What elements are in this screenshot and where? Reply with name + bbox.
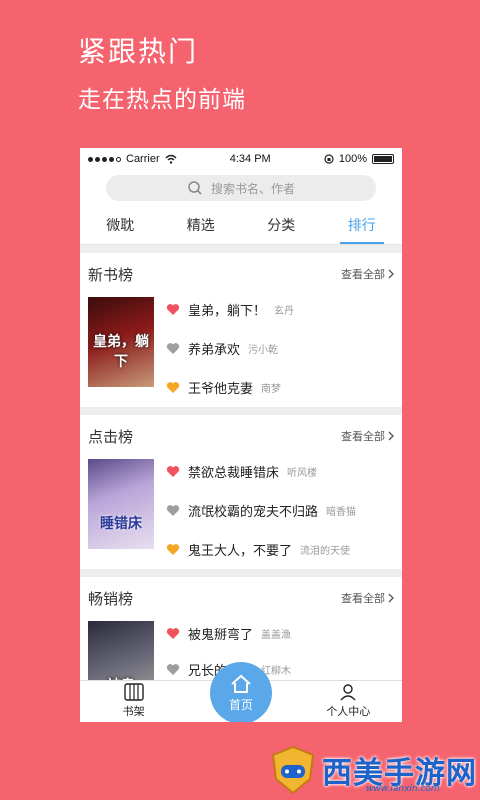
heart-icon	[166, 627, 180, 639]
book-author: 暗香猫	[326, 506, 357, 518]
home-label: 首页	[228, 697, 253, 712]
book-title: 养弟承欢	[188, 342, 241, 358]
book-cover[interactable]: 睡错床	[88, 459, 154, 549]
list-item[interactable]: 被鬼掰弯了 盖盖渔	[166, 619, 394, 647]
view-all-label: 查看全部	[341, 592, 385, 605]
promo-title: 紧跟热门	[78, 35, 199, 68]
list-item[interactable]: 禁欲总裁睡错床 听风楼	[166, 457, 394, 485]
category-tabs: 微耽 精选 分类 排行	[80, 213, 402, 245]
watermark: 西美手游网 www.lanxin.com	[270, 740, 480, 800]
tab-bookshelf[interactable]: 书架	[80, 681, 187, 722]
book-author: 听风楼	[287, 467, 318, 479]
status-time: 4:34 PM	[229, 153, 271, 165]
cover-title: 皇弟，躺下	[93, 334, 149, 370]
heart-icon	[166, 381, 180, 393]
book-author: 盖盖渔	[261, 629, 292, 641]
chevron-right-icon	[388, 269, 394, 279]
cover-title: 睡错床	[100, 516, 142, 532]
view-all-link[interactable]: 查看全部	[341, 428, 394, 444]
chevron-right-icon	[388, 431, 394, 441]
heart-icon	[166, 303, 180, 315]
search-placeholder: 搜索书名、作者	[210, 181, 295, 196]
tab-bookshelf-label: 书架	[122, 705, 145, 718]
search-bar[interactable]: 搜索书名、作者	[106, 175, 376, 201]
view-all-label: 查看全部	[341, 268, 385, 281]
book-title: 被鬼掰弯了	[188, 627, 254, 643]
wifi-icon	[165, 154, 177, 164]
chevron-right-icon	[388, 593, 394, 603]
heart-icon	[166, 504, 180, 516]
tab-profile[interactable]: 个人中心	[295, 681, 402, 722]
heart-icon	[166, 543, 180, 555]
book-title: 流氓校霸的宠夫不归路	[188, 504, 319, 520]
divider	[80, 569, 402, 577]
home-button[interactable]: 首页	[210, 662, 272, 722]
battery-percent: 100%	[338, 153, 367, 165]
book-title: 鬼王大人，不要了	[188, 543, 293, 559]
list-item[interactable]: 皇弟，躺下！ 玄丹	[166, 295, 394, 323]
watermark-url: www.lanxin.com	[366, 784, 440, 794]
divider	[80, 407, 402, 415]
home-icon	[231, 674, 251, 693]
heart-icon	[166, 663, 180, 675]
view-all-link[interactable]: 查看全部	[341, 266, 394, 282]
tab-profile-label: 个人中心	[326, 705, 371, 718]
book-author: 污小乾	[248, 344, 279, 356]
ranking-section-new: 新书榜 查看全部 皇弟，躺下 皇弟，躺下！ 玄丹 养弟承欢 污小乾 王爷他克妻	[80, 253, 402, 407]
user-icon	[340, 684, 356, 701]
carrier-label: Carrier	[126, 153, 160, 165]
book-author: 玄丹	[274, 305, 295, 317]
ranking-section-clicks: 点击榜 查看全部 睡错床 禁欲总裁睡错床 听风楼 流氓校霸的宠夫不归路 暗香猫 …	[80, 415, 402, 569]
section-title: 新书榜	[88, 265, 134, 284]
book-author: 流泪的天使	[300, 545, 351, 557]
view-all-label: 查看全部	[341, 430, 385, 443]
search-icon	[188, 181, 202, 195]
list-item[interactable]: 鬼王大人，不要了 流泪的天使	[166, 535, 394, 563]
section-title: 点击榜	[88, 427, 134, 446]
book-title: 禁欲总裁睡错床	[188, 465, 280, 481]
section-title: 畅销榜	[88, 589, 134, 608]
orientation-lock-icon	[324, 154, 334, 164]
book-title: 皇弟，躺下！	[188, 303, 267, 319]
heart-icon	[166, 465, 180, 477]
bookshelf-icon	[123, 683, 144, 701]
promo-subtitle: 走在热点的前端	[78, 87, 246, 113]
tab-rankings[interactable]: 排行	[322, 213, 403, 244]
battery-icon	[371, 154, 394, 164]
tab-featured[interactable]: 精选	[161, 213, 242, 244]
heart-icon	[166, 342, 180, 354]
tab-categories[interactable]: 分类	[241, 213, 322, 244]
list-item[interactable]: 流氓校霸的宠夫不归路 暗香猫	[166, 496, 394, 524]
list-item[interactable]: 养弟承欢 污小乾	[166, 334, 394, 362]
status-bar: Carrier 4:34 PM 100%	[80, 148, 402, 170]
gamepad-shield-icon	[271, 745, 315, 795]
book-title: 王爷他克妻	[188, 381, 254, 397]
phone-screen: Carrier 4:34 PM 100% 搜索书名、作者 微耽 精选 分类 排行…	[80, 148, 402, 722]
book-author: 南梦	[261, 383, 282, 395]
book-cover[interactable]: 皇弟，躺下	[88, 297, 154, 387]
view-all-link[interactable]: 查看全部	[341, 590, 394, 606]
divider	[80, 245, 402, 253]
list-item[interactable]: 王爷他克妻 南梦	[166, 373, 394, 401]
signal-icon	[88, 156, 121, 162]
tab-weidan[interactable]: 微耽	[80, 213, 161, 244]
list-item[interactable]: 兄长的侵控 红柳木	[166, 655, 394, 683]
